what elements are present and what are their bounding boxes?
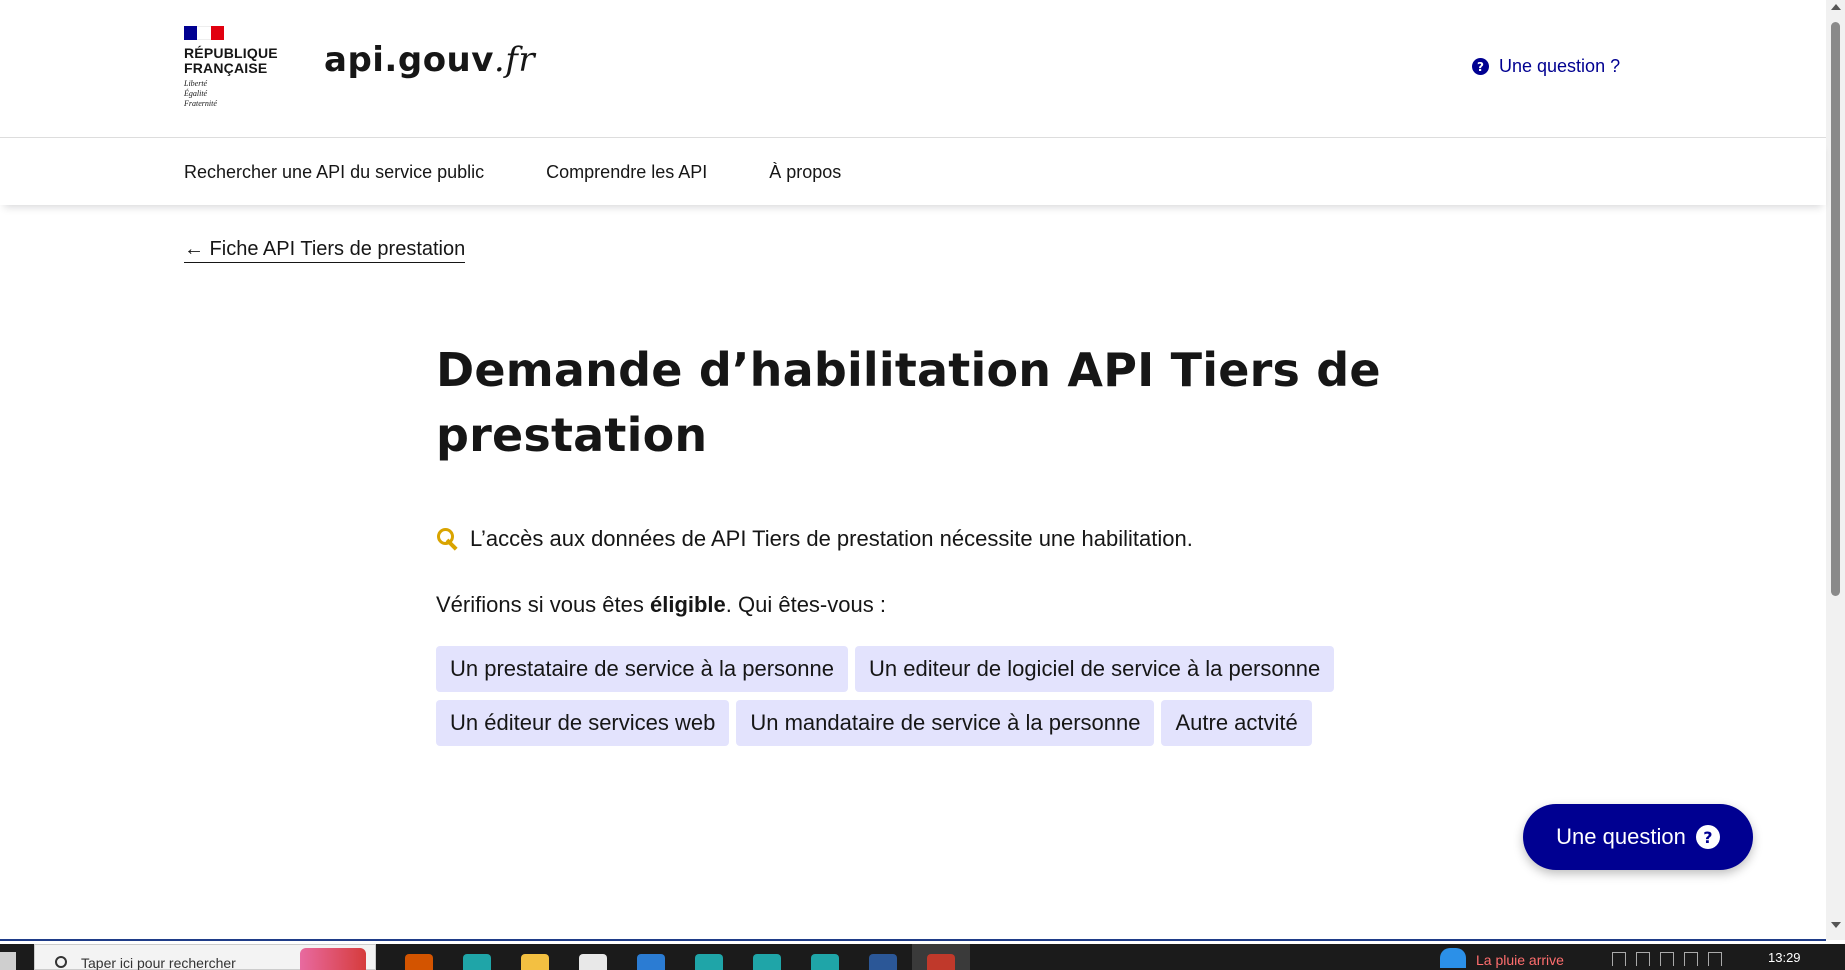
header-question-label: Une question ? — [1499, 56, 1621, 76]
edge-app-icon[interactable] — [680, 944, 738, 970]
logo-motto-1: Liberté — [184, 79, 208, 88]
intro-text: L’accès aux données de API Tiers de pres… — [436, 526, 1396, 552]
nav-item-a-propos[interactable]: À propos — [769, 162, 841, 183]
site-header: République Française Liberté Égalité Fra… — [0, 0, 1826, 138]
windows-start-icon[interactable] — [0, 952, 16, 970]
windows-taskbar: Taper ici pour rechercher La pluie arriv… — [0, 944, 1845, 970]
back-link-fiche-api[interactable]: ← Fiche API Tiers de prestation — [184, 238, 466, 263]
window-bottom-border — [0, 939, 1826, 941]
service-name: api.gouv — [324, 40, 494, 80]
republique-francaise-logo[interactable]: République Française Liberté Égalité Fra… — [184, 26, 284, 109]
question-circle-icon: ? — [1695, 825, 1720, 849]
question-prefix: Vérifions si vous êtes — [436, 592, 650, 617]
page-scrollbar-thumb[interactable] — [1831, 22, 1840, 596]
header-question-link[interactable]: ? Une question ? — [1472, 56, 1620, 77]
file-explorer-icon[interactable] — [506, 944, 564, 970]
chevron-up-icon[interactable] — [1612, 952, 1626, 966]
edge-app-icon[interactable] — [448, 944, 506, 970]
display-icon[interactable] — [1684, 952, 1698, 966]
profile-choices: Un prestataire de service à la personne … — [436, 646, 1396, 746]
main-navigation: Rechercher une API du service public Com… — [0, 139, 1826, 205]
question-suffix: . Qui êtes-vous : — [725, 592, 886, 617]
logo-motto-3: Fraternité — [184, 99, 217, 108]
french-flag-icon — [184, 26, 224, 40]
main-content: Demande d’habilitation API Tiers de pres… — [436, 338, 1396, 746]
taskbar-clock[interactable]: 13:29 — [1768, 950, 1801, 965]
choice-editeur-logiciel[interactable]: Un editeur de logiciel de service à la p… — [855, 646, 1335, 692]
store-app-icon[interactable] — [564, 944, 622, 970]
system-tray — [1612, 952, 1722, 966]
floating-question-label: Une question — [1556, 824, 1686, 849]
eligibility-question: Vérifions si vous êtes éligible. Qui ête… — [436, 592, 1396, 618]
volume-icon[interactable] — [1708, 952, 1722, 966]
taskbar-apps — [390, 944, 970, 970]
word-app-icon[interactable] — [854, 944, 912, 970]
active-app-icon[interactable] — [912, 944, 970, 970]
outlook-app-icon[interactable] — [390, 944, 448, 970]
question-circle-icon: ? — [1472, 58, 1489, 75]
nav-item-comprendre-api[interactable]: Comprendre les API — [546, 162, 707, 183]
search-icon — [55, 956, 67, 968]
mail-app-icon[interactable] — [622, 944, 680, 970]
cloud-icon[interactable] — [1660, 952, 1674, 966]
question-bold: éligible — [649, 592, 726, 617]
weather-rain-icon — [1440, 948, 1466, 968]
edge-app-icon[interactable] — [796, 944, 854, 970]
floating-question-button[interactable]: Une question ? — [1523, 804, 1753, 870]
choice-prestataire-service[interactable]: Un prestataire de service à la personne — [436, 646, 848, 692]
scroll-up-arrow-icon[interactable] — [1831, 4, 1841, 10]
weather-text: La pluie arrive — [1476, 952, 1564, 968]
service-title-link[interactable]: api.gouv.fr — [324, 40, 535, 80]
scroll-down-arrow-icon[interactable] — [1831, 922, 1841, 928]
logo-motto-2: Égalité — [184, 89, 208, 98]
key-icon — [436, 527, 460, 551]
page-title: Demande d’habilitation API Tiers de pres… — [436, 343, 1381, 462]
logo-brand-line-1: République — [184, 45, 278, 61]
taskbar-weather[interactable]: La pluie arrive — [1440, 948, 1564, 968]
search-highlight-icon[interactable] — [300, 948, 366, 970]
logo-brand-line-2: Française — [184, 60, 268, 76]
intro-label: L’accès aux données de API Tiers de pres… — [470, 526, 1193, 551]
choice-mandataire-service[interactable]: Un mandataire de service à la personne — [736, 700, 1155, 746]
taskbar-search-placeholder: Taper ici pour rechercher — [81, 955, 236, 970]
network-icon[interactable] — [1636, 952, 1650, 966]
choice-editeur-services-web[interactable]: Un éditeur de services web — [436, 700, 730, 746]
nav-item-rechercher-api[interactable]: Rechercher une API du service public — [184, 162, 484, 183]
edge-app-icon[interactable] — [738, 944, 796, 970]
choice-autre-activite[interactable]: Autre actvité — [1161, 700, 1312, 746]
service-tld: .fr — [493, 40, 536, 80]
